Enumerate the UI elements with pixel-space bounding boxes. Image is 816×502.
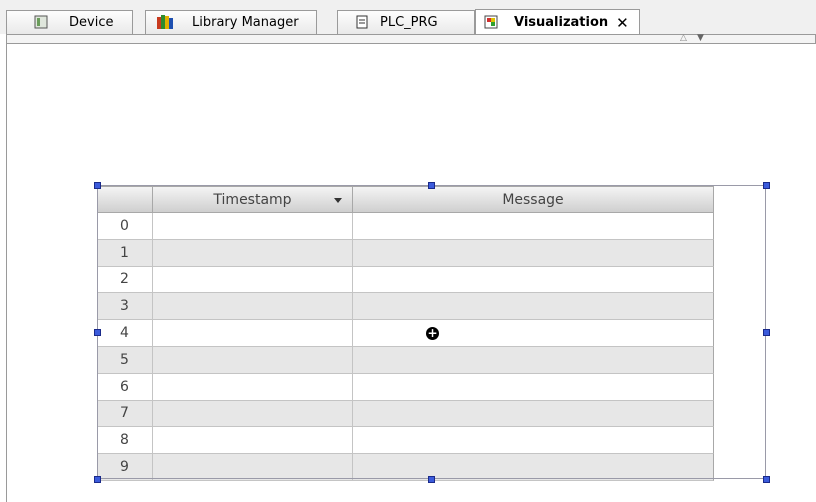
- tab-label: Device: [69, 15, 114, 30]
- timestamp-cell: [152, 293, 352, 320]
- message-cell: [352, 454, 713, 480]
- timestamp-cell: [152, 346, 352, 373]
- resize-handle-left[interactable]: [94, 329, 101, 336]
- table-row[interactable]: 8: [97, 427, 714, 455]
- device-icon: [34, 15, 48, 29]
- message-cell: [352, 373, 713, 400]
- document-icon: [356, 15, 368, 29]
- chevron-down-icon[interactable]: [334, 198, 342, 203]
- library-icon: [157, 15, 173, 29]
- close-icon[interactable]: ✕: [616, 14, 629, 32]
- message-cell: [352, 213, 713, 239]
- tab-label: Library Manager: [192, 15, 299, 30]
- resize-handle-bottom-left[interactable]: [94, 476, 101, 483]
- alarm-table[interactable]: Timestamp Message 0 1 2 3 4 5 6 7 8 9: [97, 186, 714, 481]
- tab-library-manager[interactable]: Library Manager: [145, 10, 317, 34]
- header-index: [98, 187, 152, 212]
- row-index: 3: [120, 298, 129, 315]
- timestamp-cell: [152, 266, 352, 293]
- message-cell: [352, 320, 713, 346]
- timestamp-cell: [152, 320, 352, 346]
- row-index: 5: [120, 351, 129, 368]
- row-index: 1: [120, 244, 129, 261]
- move-cursor-icon: +: [426, 326, 439, 340]
- message-cell: [352, 346, 713, 373]
- table-row[interactable]: 5: [97, 346, 714, 374]
- header-timestamp[interactable]: Timestamp: [152, 187, 352, 212]
- resize-handle-top[interactable]: [428, 182, 435, 189]
- message-cell: [352, 427, 713, 454]
- message-cell: [352, 239, 713, 266]
- table-row[interactable]: 3: [97, 293, 714, 321]
- timestamp-cell: [152, 239, 352, 266]
- tab-device[interactable]: Device: [6, 10, 133, 34]
- resize-handle-right[interactable]: [763, 329, 770, 336]
- resize-handle-top-right[interactable]: [763, 182, 770, 189]
- timestamp-cell: [152, 427, 352, 454]
- timestamp-cell: [152, 213, 352, 239]
- timestamp-cell: [152, 454, 352, 480]
- message-cell: [352, 293, 713, 320]
- message-cell: [352, 400, 713, 427]
- ruler-strip: [6, 34, 816, 44]
- row-index: 6: [120, 378, 129, 395]
- row-index: 0: [120, 217, 129, 234]
- row-index: 2: [120, 271, 129, 288]
- header-message[interactable]: Message: [352, 187, 713, 212]
- resize-handle-top-left[interactable]: [94, 182, 101, 189]
- timestamp-cell: [152, 400, 352, 427]
- resize-handle-bottom[interactable]: [428, 476, 435, 483]
- table-row[interactable]: 0: [97, 213, 714, 240]
- resize-handle-bottom-right[interactable]: [763, 476, 770, 483]
- table-row[interactable]: 2: [97, 266, 714, 294]
- tab-visualization[interactable]: Visualization ✕: [475, 9, 640, 35]
- tab-label: Visualization: [514, 15, 609, 30]
- tab-label: PLC_PRG: [380, 15, 438, 30]
- table-row[interactable]: 6: [97, 373, 714, 401]
- message-cell: [352, 266, 713, 293]
- editor-tab-bar: Device Library Manager PLC_PRG Visualiza…: [0, 0, 816, 35]
- table-row[interactable]: 9: [97, 454, 714, 481]
- visualization-icon: [484, 15, 498, 29]
- row-index: 4: [120, 325, 129, 342]
- row-index: 9: [120, 459, 129, 476]
- tab-plc-prg[interactable]: PLC_PRG: [337, 10, 475, 34]
- table-row[interactable]: 4: [97, 320, 714, 347]
- table-row[interactable]: 7: [97, 400, 714, 428]
- row-index: 7: [120, 405, 129, 422]
- row-index: 8: [120, 432, 129, 449]
- header-label: Timestamp: [213, 191, 292, 208]
- scroll-up-icon[interactable]: △: [680, 33, 687, 43]
- scroll-down-icon[interactable]: ▼: [697, 33, 704, 43]
- table-row[interactable]: 1: [97, 239, 714, 267]
- table-header: Timestamp Message: [97, 186, 714, 213]
- timestamp-cell: [152, 373, 352, 400]
